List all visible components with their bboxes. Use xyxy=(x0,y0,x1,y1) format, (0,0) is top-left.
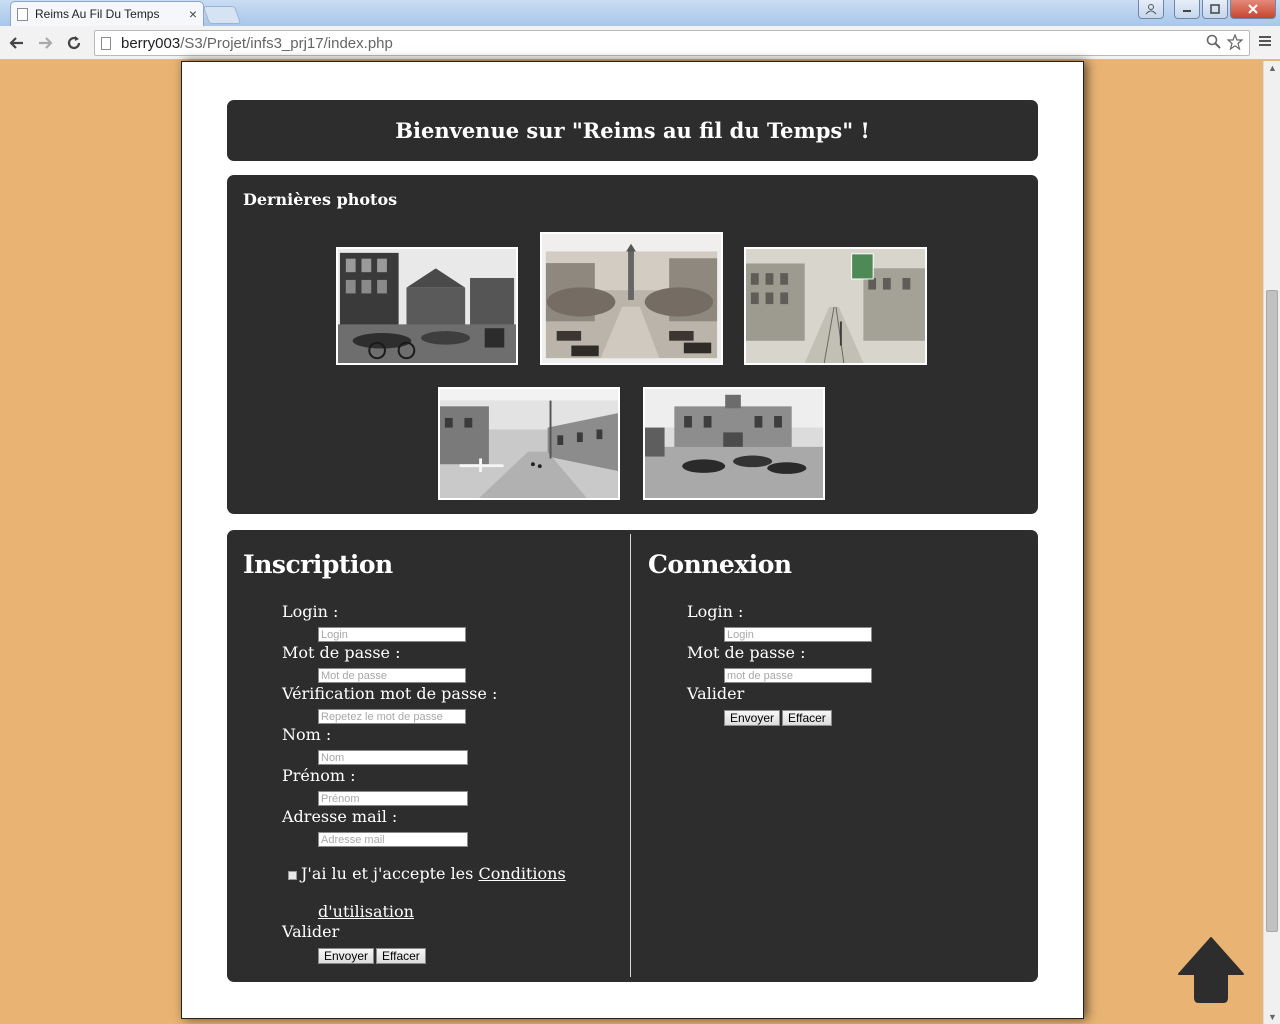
url-text: berry003/S3/Projet/infs3_prj17/index.php xyxy=(121,34,393,52)
vertical-scrollbar[interactable]: ▲ ▼ xyxy=(1263,61,1280,1024)
window-controls xyxy=(1138,0,1276,19)
browser-toolbar: berry003/S3/Projet/infs3_prj17/index.php xyxy=(0,26,1280,60)
scroll-up-arrow[interactable]: ▲ xyxy=(1268,63,1277,73)
terms-checkbox[interactable] xyxy=(288,871,297,880)
connexion-reset-button[interactable]: Effacer xyxy=(782,710,832,726)
page-icon xyxy=(101,36,111,50)
connexion-login-input[interactable] xyxy=(724,627,872,642)
inscription-password-label: Mot de passe : xyxy=(282,643,401,662)
inscription-email-label: Adresse mail : xyxy=(282,807,398,826)
reload-icon[interactable] xyxy=(63,32,85,54)
photo-thumbnail-street-postcard[interactable] xyxy=(744,247,927,365)
close-window-button[interactable] xyxy=(1230,0,1276,19)
latest-photos-title: Dernières photos xyxy=(243,190,398,209)
back-to-top-icon[interactable] xyxy=(1177,936,1245,1004)
connexion-password-label: Mot de passe : xyxy=(687,643,806,662)
connexion-login-label: Login : xyxy=(687,602,744,621)
document-icon xyxy=(17,7,28,21)
photo-thumbnail-marketplace[interactable] xyxy=(336,247,518,365)
latest-photos-panel: Dernières photos xyxy=(227,175,1038,514)
search-icon[interactable] xyxy=(1206,34,1221,55)
maximize-button[interactable] xyxy=(1202,0,1228,19)
inscription-nom-input[interactable] xyxy=(318,750,468,765)
page-container: Bienvenue sur "Reims au fil du Temps" ! … xyxy=(181,61,1084,1019)
connexion-title: Connexion xyxy=(648,550,792,579)
photo-thumbnail-village-street[interactable] xyxy=(438,387,620,500)
connexion-password-input[interactable] xyxy=(724,668,872,683)
terms-text: J'ai lu et j'accepte les Conditions xyxy=(301,864,566,883)
browser-titlebar: Reims Au Fil Du Temps × xyxy=(0,0,1280,26)
scroll-down-arrow[interactable]: ▼ xyxy=(1268,1012,1277,1022)
inscription-valider-label: Valider xyxy=(282,922,340,941)
tab-title: Reims Au Fil Du Temps xyxy=(35,7,160,21)
minimize-button[interactable] xyxy=(1174,0,1200,19)
tab-close-button[interactable]: × xyxy=(189,6,197,22)
terms-link[interactable]: Conditions xyxy=(478,864,565,883)
terms-link-2[interactable]: d'utilisation xyxy=(318,902,414,921)
inscription-prenom-input[interactable] xyxy=(318,791,468,806)
inscription-prenom-label: Prénom : xyxy=(282,766,356,785)
photo-thumbnail-boulevard[interactable] xyxy=(540,232,723,365)
terms-label: J'ai lu et j'accepte les xyxy=(301,864,474,883)
inscription-verify-label: Vérification mot de passe : xyxy=(282,684,498,703)
inscription-verify-input[interactable] xyxy=(318,709,466,724)
photo-thumbnail-town-hall-square[interactable] xyxy=(643,387,825,500)
inscription-submit-button[interactable]: Envoyer xyxy=(318,948,375,964)
new-tab-button[interactable] xyxy=(202,6,242,24)
welcome-title: Bienvenue sur "Reims au fil du Temps" ! xyxy=(395,118,870,143)
scrollbar-thumb[interactable] xyxy=(1266,290,1278,932)
terms-link-continued: d'utilisation xyxy=(318,902,414,921)
forward-icon[interactable] xyxy=(34,32,56,54)
inscription-nom-label: Nom : xyxy=(282,725,332,744)
inscription-reset-button[interactable]: Effacer xyxy=(376,948,426,964)
inscription-login-input[interactable] xyxy=(318,627,466,642)
address-bar[interactable]: berry003/S3/Projet/infs3_prj17/index.php xyxy=(94,30,1250,56)
welcome-banner: Bienvenue sur "Reims au fil du Temps" ! xyxy=(227,100,1038,161)
connexion-valider-label: Valider xyxy=(687,684,745,703)
star-icon[interactable] xyxy=(1226,33,1244,55)
inscription-login-label: Login : xyxy=(282,602,339,621)
user-icon[interactable] xyxy=(1138,0,1164,19)
forms-divider xyxy=(630,534,631,977)
forms-panel: Inscription Login : Mot de passe : Vérif… xyxy=(227,530,1038,982)
back-icon[interactable] xyxy=(6,32,28,54)
inscription-email-input[interactable] xyxy=(318,832,468,847)
inscription-password-input[interactable] xyxy=(318,668,466,683)
inscription-title: Inscription xyxy=(243,550,393,579)
browser-tab[interactable]: Reims Au Fil Du Temps × xyxy=(10,1,204,26)
menu-icon[interactable] xyxy=(1258,34,1272,53)
connexion-submit-button[interactable]: Envoyer xyxy=(724,710,781,726)
